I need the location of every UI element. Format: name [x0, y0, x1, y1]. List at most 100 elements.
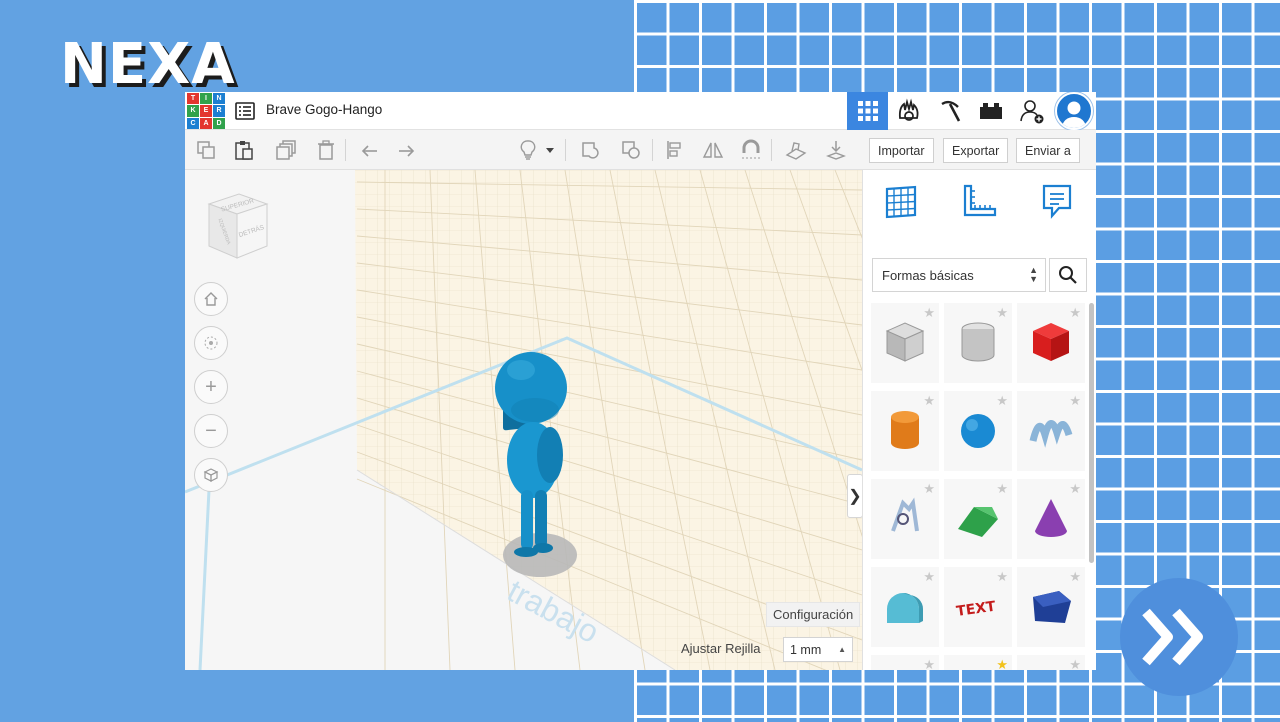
- shape-library-select[interactable]: Formas básicas ▲ ▼: [872, 258, 1046, 292]
- shape-sphere[interactable]: ★: [944, 391, 1012, 471]
- add-user-icon: [1019, 100, 1043, 124]
- caret-up-icon: ▲: [838, 645, 846, 654]
- snap-grid-select[interactable]: 1 mm ▲: [783, 637, 853, 662]
- shape-text[interactable]: TEXT ★: [944, 567, 1012, 647]
- notes-tab[interactable]: [1035, 180, 1079, 224]
- cruise-button[interactable]: [738, 138, 764, 162]
- shape-scribble[interactable]: ★: [1017, 391, 1085, 471]
- community-button[interactable]: [888, 92, 929, 130]
- shape-cylinder[interactable]: ★: [871, 391, 939, 471]
- workplane-viewport[interactable]: trabajo SUPERIOR DETRÁS IZQUIERDA + − ❯ …: [185, 170, 862, 670]
- add-user-button[interactable]: [1011, 92, 1052, 130]
- light-dropdown[interactable]: [543, 138, 557, 162]
- favorite-star-icon[interactable]: ★: [996, 481, 1008, 497]
- workplane-tool-icon: [785, 142, 807, 160]
- ruler-tab[interactable]: [957, 180, 1001, 224]
- copy-button[interactable]: [193, 138, 219, 162]
- favorite-star-icon[interactable]: ★: [1069, 481, 1081, 497]
- round-roof-icon: [887, 593, 923, 623]
- workplane-tool-button[interactable]: [783, 138, 809, 162]
- delete-button[interactable]: [313, 138, 339, 162]
- shape-shape-generator[interactable]: ★: [871, 479, 939, 559]
- shape-wedge[interactable]: ★: [1017, 567, 1085, 647]
- project-title[interactable]: Brave Gogo-Hango: [266, 102, 382, 117]
- workplane-tab[interactable]: [879, 180, 923, 224]
- bricks-button[interactable]: [970, 92, 1011, 130]
- roof-icon: [958, 507, 998, 537]
- shape-search-button[interactable]: [1049, 258, 1087, 292]
- shape-generator-icon: [891, 497, 919, 532]
- favorite-star-icon[interactable]: ★: [923, 569, 935, 585]
- favorite-star-icon[interactable]: ★: [923, 393, 935, 409]
- shape-half-sphere[interactable]: ★: [944, 655, 1012, 670]
- design-list-icon[interactable]: [235, 102, 255, 120]
- cone-icon: [1035, 499, 1067, 537]
- shape-round-roof[interactable]: ★: [871, 567, 939, 647]
- shapes-scrollbar[interactable]: [1089, 303, 1094, 563]
- fit-view-button[interactable]: [194, 326, 228, 360]
- bricks-icon: [979, 103, 1002, 119]
- ungroup-button[interactable]: [618, 138, 644, 162]
- logo-letter: E: [200, 105, 212, 117]
- settings-button[interactable]: Configuración: [766, 602, 861, 627]
- undo-button[interactable]: [356, 138, 382, 162]
- view-cube[interactable]: SUPERIOR DETRÁS IZQUIERDA: [205, 190, 271, 260]
- align-button[interactable]: [662, 138, 688, 162]
- redo-button[interactable]: [394, 138, 420, 162]
- favorite-star-icon[interactable]: ★: [1069, 569, 1081, 585]
- favorite-star-icon[interactable]: ★: [1069, 657, 1081, 670]
- user-profile-button[interactable]: [1052, 92, 1096, 130]
- favorite-star-icon[interactable]: ★: [923, 305, 935, 321]
- pickaxe-icon: [940, 100, 960, 122]
- double-chevron-right-icon: [1142, 608, 1203, 666]
- shape-pyramid[interactable]: ★: [871, 655, 939, 670]
- scribble-icon: [1029, 420, 1073, 448]
- import-button[interactable]: Importar: [869, 138, 934, 163]
- logo-letter: D: [213, 117, 225, 129]
- favorite-star-icon[interactable]: ★: [996, 305, 1008, 321]
- favorite-star-icon[interactable]: ★: [1069, 305, 1081, 321]
- shape-roof[interactable]: ★: [944, 479, 1012, 559]
- cylinder-hole-icon: [961, 322, 995, 362]
- perspective-button[interactable]: [194, 458, 228, 492]
- panel-collapse-button[interactable]: ❯: [847, 474, 862, 518]
- magnet-icon: [742, 139, 760, 159]
- favorite-star-icon[interactable]: ★: [996, 657, 1008, 670]
- export-button[interactable]: Exportar: [943, 138, 1009, 163]
- mirror-button[interactable]: [700, 138, 726, 162]
- favorite-star-icon[interactable]: ★: [1069, 393, 1081, 409]
- tinkercad-logo[interactable]: TIN KER CAD: [187, 93, 225, 129]
- shape-polygon[interactable]: ★: [1017, 655, 1085, 670]
- shape-box[interactable]: ★: [1017, 303, 1085, 383]
- favorite-star-icon[interactable]: ★: [996, 569, 1008, 585]
- trash-icon: [318, 140, 334, 160]
- zoom-in-button[interactable]: +: [194, 370, 228, 404]
- shape-box-hole[interactable]: ★: [871, 303, 939, 383]
- paste-button[interactable]: [231, 138, 257, 162]
- perspective-icon: [203, 468, 219, 482]
- shape-cylinder-hole[interactable]: ★: [944, 303, 1012, 383]
- favorite-star-icon[interactable]: ★: [923, 481, 935, 497]
- pickaxe-button[interactable]: [929, 92, 970, 130]
- tinkercad-window: TINKERCAD Brave Gogo-Hango Importar Expo…: [185, 92, 1096, 670]
- grid-view-button[interactable]: [847, 92, 888, 130]
- redo-icon: [399, 145, 415, 157]
- toolbar-divider: [652, 139, 653, 161]
- zoom-out-button[interactable]: −: [194, 414, 228, 448]
- sphere-icon: [961, 414, 995, 448]
- light-button[interactable]: [515, 138, 541, 162]
- home-view-button[interactable]: [194, 282, 228, 316]
- shape-cone[interactable]: ★: [1017, 479, 1085, 559]
- ruler-drop-button[interactable]: [823, 138, 849, 162]
- favorite-star-icon[interactable]: ★: [996, 393, 1008, 409]
- send-to-button[interactable]: Enviar a: [1016, 138, 1080, 163]
- workplane-grid: trabajo: [185, 170, 862, 670]
- toolbar-divider: [771, 139, 772, 161]
- favorite-star-icon[interactable]: ★: [923, 657, 935, 670]
- next-button[interactable]: [1120, 578, 1238, 696]
- group-button[interactable]: [578, 138, 604, 162]
- minus-icon: −: [205, 419, 217, 442]
- notes-icon: [1042, 184, 1072, 219]
- duplicate-button[interactable]: [273, 138, 299, 162]
- caret-down-icon: [546, 148, 554, 153]
